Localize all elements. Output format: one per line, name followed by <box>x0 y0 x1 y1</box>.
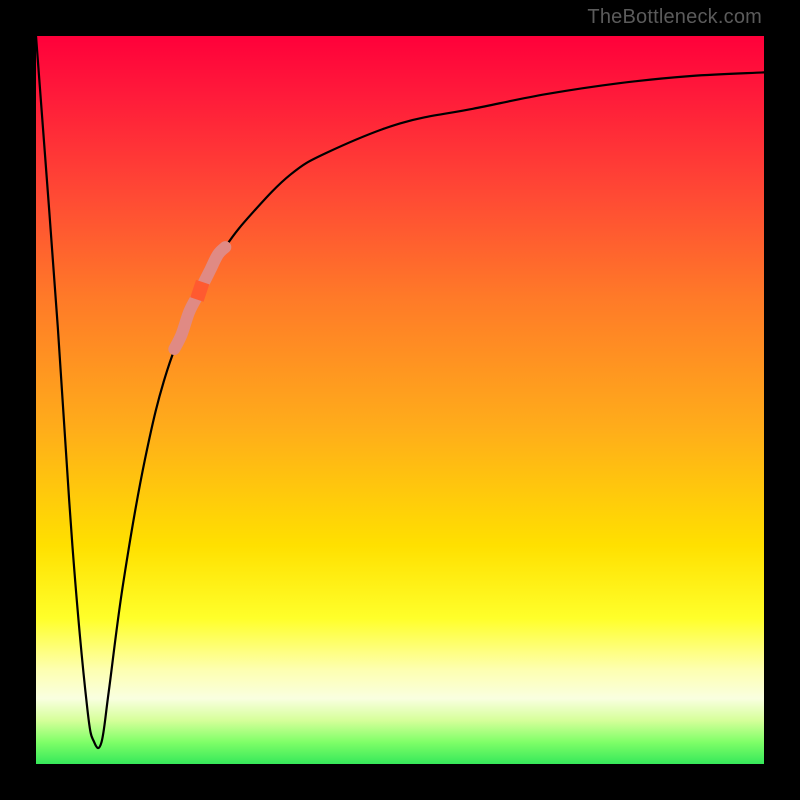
curve-svg <box>36 36 764 764</box>
plot-area <box>36 36 764 764</box>
bottleneck-curve-path <box>36 36 764 748</box>
curve-highlight-gap <box>197 282 203 299</box>
watermark-text: TheBottleneck.com <box>587 6 762 29</box>
chart-frame: TheBottleneck.com <box>0 0 800 800</box>
